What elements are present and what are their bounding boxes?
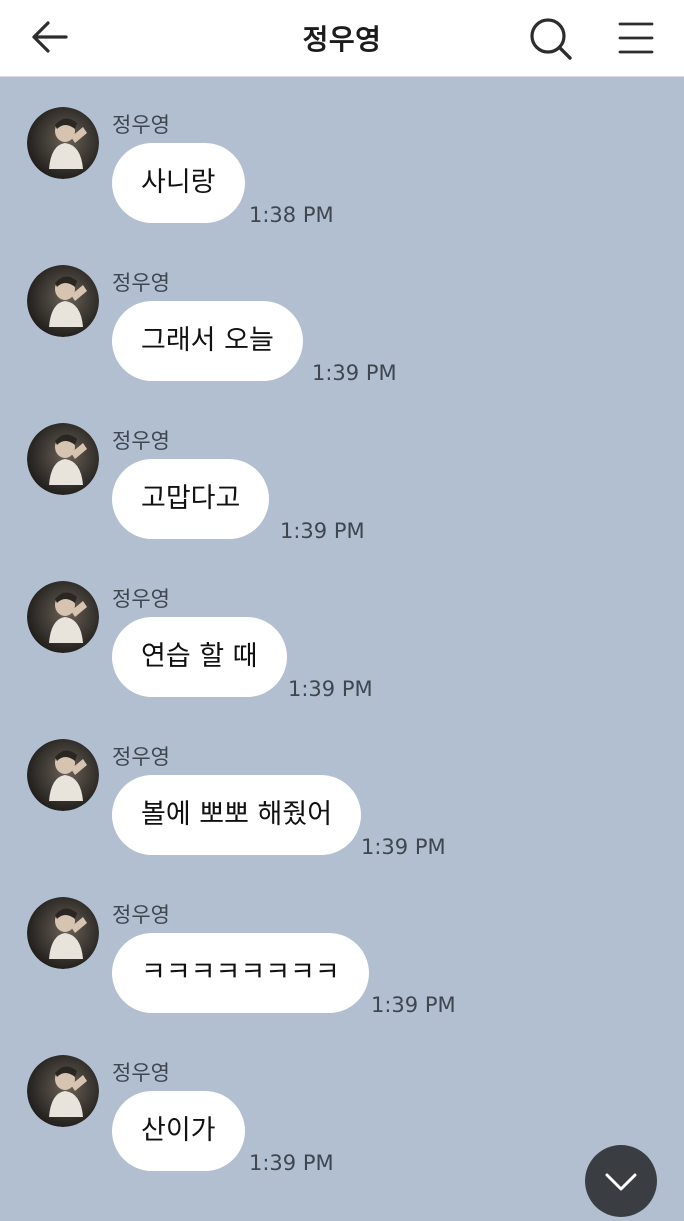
message-item: 정우영 산이가 1:39 PM [0, 1027, 684, 1175]
message-bubble[interactable]: 고맙다고 [112, 459, 270, 539]
avatar[interactable] [27, 1055, 99, 1127]
message-item: 정우영 그래서 오늘 1:39 PM [0, 237, 684, 385]
avatar[interactable] [27, 581, 99, 653]
message-time: 1:39 PM [288, 677, 373, 701]
message-bubble[interactable]: ㅋㅋㅋㅋㅋㅋㅋㅋ [112, 933, 369, 1013]
message-time: 1:39 PM [249, 1151, 334, 1175]
avatar[interactable] [27, 107, 99, 179]
message-bubble[interactable]: 연습 할 때 [112, 617, 287, 697]
sender-name: 정우영 [112, 903, 170, 927]
message-item: 정우영 볼에 뽀뽀 해줬어 1:39 PM [0, 711, 684, 859]
message-time: 1:39 PM [280, 519, 365, 543]
message-time: 1:39 PM [371, 993, 456, 1017]
sender-name: 정우영 [112, 271, 170, 295]
sender-name: 정우영 [112, 113, 170, 137]
avatar[interactable] [27, 897, 99, 969]
message-bubble[interactable]: 볼에 뽀뽀 해줬어 [112, 775, 362, 855]
message-bubble[interactable]: 사니랑 [112, 143, 245, 223]
message-item: 정우영 ㅋㅋㅋㅋㅋㅋㅋㅋ 1:39 PM [0, 869, 684, 1017]
scroll-to-bottom-button[interactable] [585, 1145, 657, 1217]
avatar[interactable] [27, 739, 99, 811]
search-icon[interactable] [526, 14, 576, 64]
avatar[interactable] [27, 423, 99, 495]
message-time: 1:39 PM [312, 361, 397, 385]
avatar[interactable] [27, 265, 99, 337]
message-time: 1:39 PM [361, 835, 446, 859]
sender-name: 정우영 [112, 1061, 170, 1085]
hamburger-menu-icon[interactable] [614, 16, 658, 60]
sender-name: 정우영 [112, 587, 170, 611]
message-time: 1:38 PM [249, 203, 334, 227]
chat-title: 정우영 [302, 23, 382, 56]
message-item: 정우영 사니랑 1:38 PM [0, 79, 684, 227]
message-item: 정우영 연습 할 때 1:39 PM [0, 553, 684, 701]
message-bubble[interactable]: 산이가 [112, 1091, 245, 1171]
message-item: 정우영 고맙다고 1:39 PM [0, 395, 684, 543]
sender-name: 정우영 [112, 429, 170, 453]
message-bubble[interactable]: 그래서 오늘 [112, 301, 303, 381]
sender-name: 정우영 [112, 745, 170, 769]
chevron-down-icon [605, 1173, 637, 1191]
chat-header: 정우영 [0, 0, 684, 77]
chat-message-list[interactable]: 정우영 사니랑 1:38 PM 정우영 그래서 오늘 1:39 PM 정우영 고… [0, 77, 684, 1200]
